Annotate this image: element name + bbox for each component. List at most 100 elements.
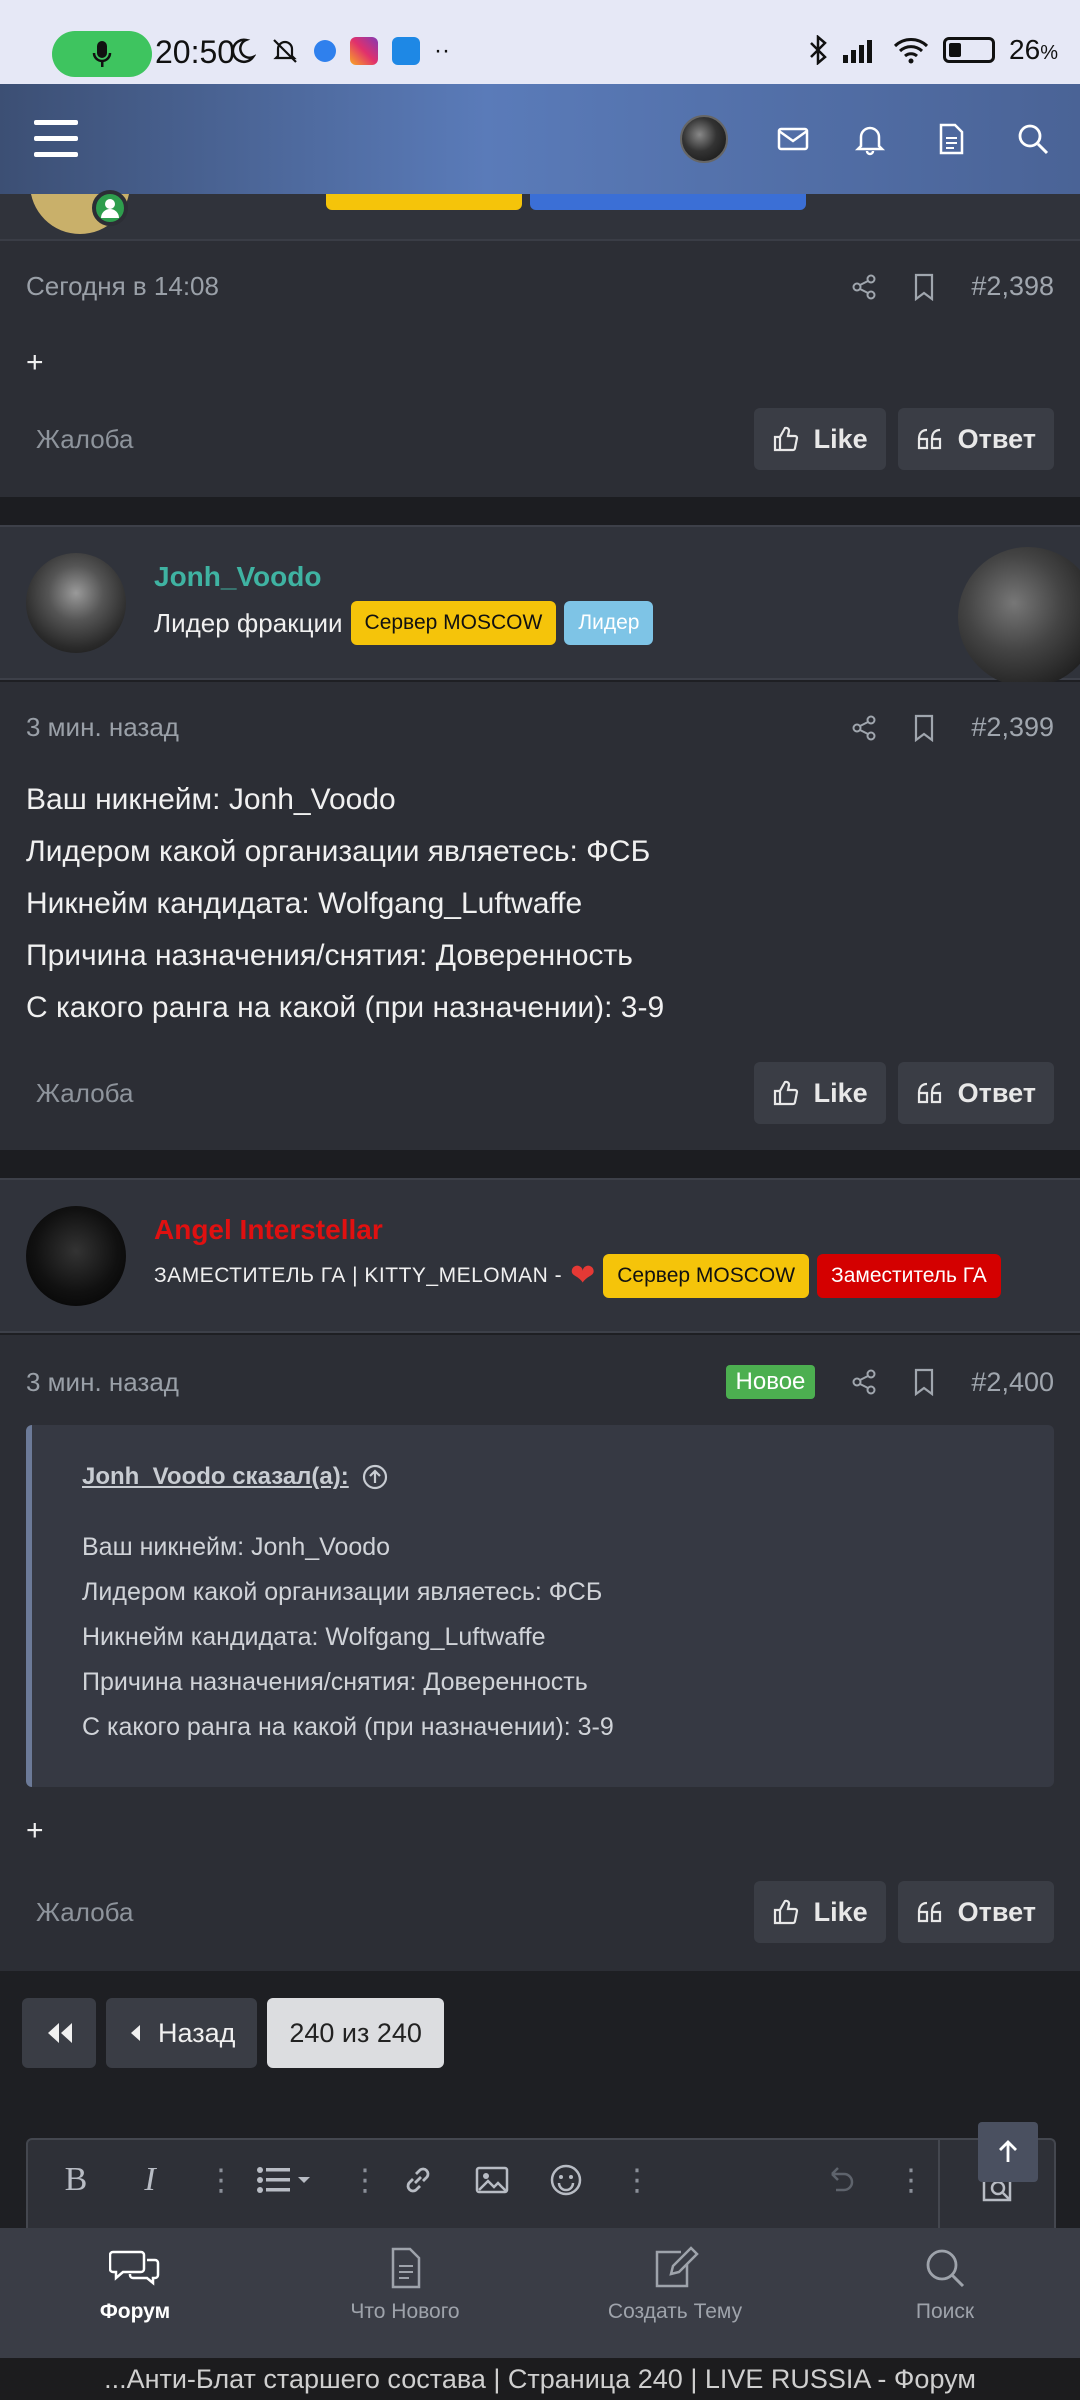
post-number[interactable]: #2,398 [971,271,1054,302]
post-number[interactable]: #2,400 [971,1367,1054,1398]
more-notifications-icon: ·· [434,37,450,64]
bottom-navigation: Форум Что Нового Создать Тему Поиск [0,2228,1080,2358]
server-badge: Сервер MOSCOW [350,601,557,645]
post-line: С какого ранга на какой (при назначении)… [26,991,665,1024]
share-icon[interactable] [851,715,877,741]
mail-icon[interactable] [774,120,812,158]
scroll-to-top-button[interactable] [978,2122,1038,2182]
battery-level: 26 [1009,34,1041,65]
user-icon [101,199,119,218]
thumbs-up-icon [773,1899,798,1925]
report-link[interactable]: Жалоба [26,1078,133,1109]
like-label: Like [813,1077,868,1108]
bookmark-icon[interactable] [913,714,935,742]
messenger-app-icon [314,40,336,62]
status-time: 20:50 [155,34,236,70]
image-icon[interactable] [474,2162,510,2198]
new-badge: Новое [725,1365,816,1399]
share-icon[interactable] [851,1369,877,1395]
nav-whats-new[interactable]: Что Нового [270,2228,540,2358]
post-author-block: Angel Interstellar ЗАМЕСТИТЕЛЬ ГА | KITT… [0,1178,1080,1333]
more-options-icon[interactable]: ⋮ [350,2163,380,2198]
first-page-button[interactable] [22,1998,96,2068]
post-separator [0,497,1080,525]
search-icon[interactable] [1014,120,1052,158]
page-indicator[interactable]: 240 из 240 [267,1998,444,2068]
more-options-icon[interactable]: ⋮ [206,2163,236,2198]
prev-page-label: Назад [158,2017,236,2048]
italic-button[interactable]: I [132,2161,168,2198]
post-timestamp[interactable]: 3 мин. назад [26,712,179,743]
quote-block: Jonh_Voodo сказал(а): Ваш никнейм: Jonh_… [26,1425,1054,1787]
menu-icon[interactable] [34,120,78,158]
post-content: + [26,346,44,379]
heart-icon: ❤ [570,1259,596,1292]
pagination: Назад 240 из 240 [22,1998,444,2068]
post-author-strip [0,194,1080,241]
user-title: Лидер фракции [154,607,343,638]
reply-button[interactable]: Ответ [897,1062,1054,1124]
quote-line: Причина назначения/снятия: Доверенность [82,1668,588,1696]
share-icon[interactable] [851,274,877,300]
whats-new-icon [391,2247,421,2289]
user-badge [530,194,806,210]
like-button[interactable]: Like [753,408,886,470]
bookmark-icon[interactable] [913,273,935,301]
reply-label: Ответ [957,1077,1036,1108]
app-icon [392,37,420,65]
quote-icon [917,428,941,450]
bell-icon[interactable] [851,120,889,158]
quote-line: Никнейм кандидата: Wolfgang_Luftwaffe [82,1623,546,1651]
avatar[interactable] [26,553,126,653]
report-link[interactable]: Жалоба [26,424,133,455]
quote-line: Ваш никнейм: Jonh_Voodo [82,1533,391,1561]
user-badge [326,194,522,210]
document-icon[interactable] [932,120,970,158]
post-2398: Сегодня в 14:08 #2,398 + Жалоба Like Отв… [0,241,1080,497]
post-author-block: Jonh_Voodo Лидер фракции Сервер MOSCOW Л… [0,525,1080,687]
post-timestamp[interactable]: 3 мин. назад [26,1367,179,1398]
undo-icon[interactable] [822,2162,858,2198]
post-number[interactable]: #2,399 [971,712,1054,743]
wifi-icon [894,38,929,64]
forum-header [0,84,1080,194]
prev-page-button[interactable]: Назад [106,1998,258,2068]
nav-forum[interactable]: Форум [0,2228,270,2358]
post-timestamp[interactable]: Сегодня в 14:08 [26,271,219,302]
reply-button[interactable]: Ответ [897,1881,1054,1943]
more-options-icon[interactable]: ⋮ [622,2163,652,2198]
bold-button[interactable]: B [58,2161,94,2198]
double-chevron-left-icon [48,2023,72,2043]
quote-author-link[interactable]: Jonh_Voodo сказал(а): [82,1463,349,1491]
nav-search[interactable]: Поиск [810,2228,1080,2358]
reply-label: Ответ [957,1896,1036,1927]
nav-create-topic[interactable]: Создать Тему [540,2228,810,2358]
avatar[interactable] [680,115,728,163]
reply-editor-toolbar: B I ⋮ ⋮ ⋮ ⋮ [26,2138,1056,2228]
quote-icon [917,1082,941,1104]
report-link[interactable]: Жалоба [26,1897,133,1928]
username[interactable]: Jonh_Voodo [154,561,321,593]
list-icon[interactable] [256,2164,312,2196]
bluetooth-icon [810,35,827,65]
forum-icon [109,2250,160,2286]
like-label: Like [813,1896,868,1927]
user-banner-image [958,547,1080,687]
like-button[interactable]: Like [753,1881,886,1943]
link-icon[interactable] [400,2162,436,2198]
arrow-up-circle-icon[interactable] [361,1463,389,1491]
more-options-icon[interactable]: ⋮ [896,2163,926,2198]
bookmark-icon[interactable] [913,1368,935,1396]
thumbs-up-icon [773,426,798,452]
post-line: Лидером какой организации являетесь: ФСБ [26,835,651,868]
like-button[interactable]: Like [753,1062,886,1124]
username[interactable]: Angel Interstellar [154,1214,383,1246]
post-2400: 3 мин. назад Новое #2,400 Jonh_Voodo ска… [0,1335,1080,1971]
reply-button[interactable]: Ответ [897,408,1054,470]
browser-page-title: ...Анти-Блат старшего состава | Страница… [0,2358,1080,2400]
emoji-icon[interactable] [548,2162,584,2198]
moon-icon [231,38,256,64]
user-title: ЗАМЕСТИТЕЛЬ ГА | KITTY_MELOMAN - [154,1264,563,1287]
battery-icon [943,37,996,63]
avatar[interactable] [26,1206,126,1306]
